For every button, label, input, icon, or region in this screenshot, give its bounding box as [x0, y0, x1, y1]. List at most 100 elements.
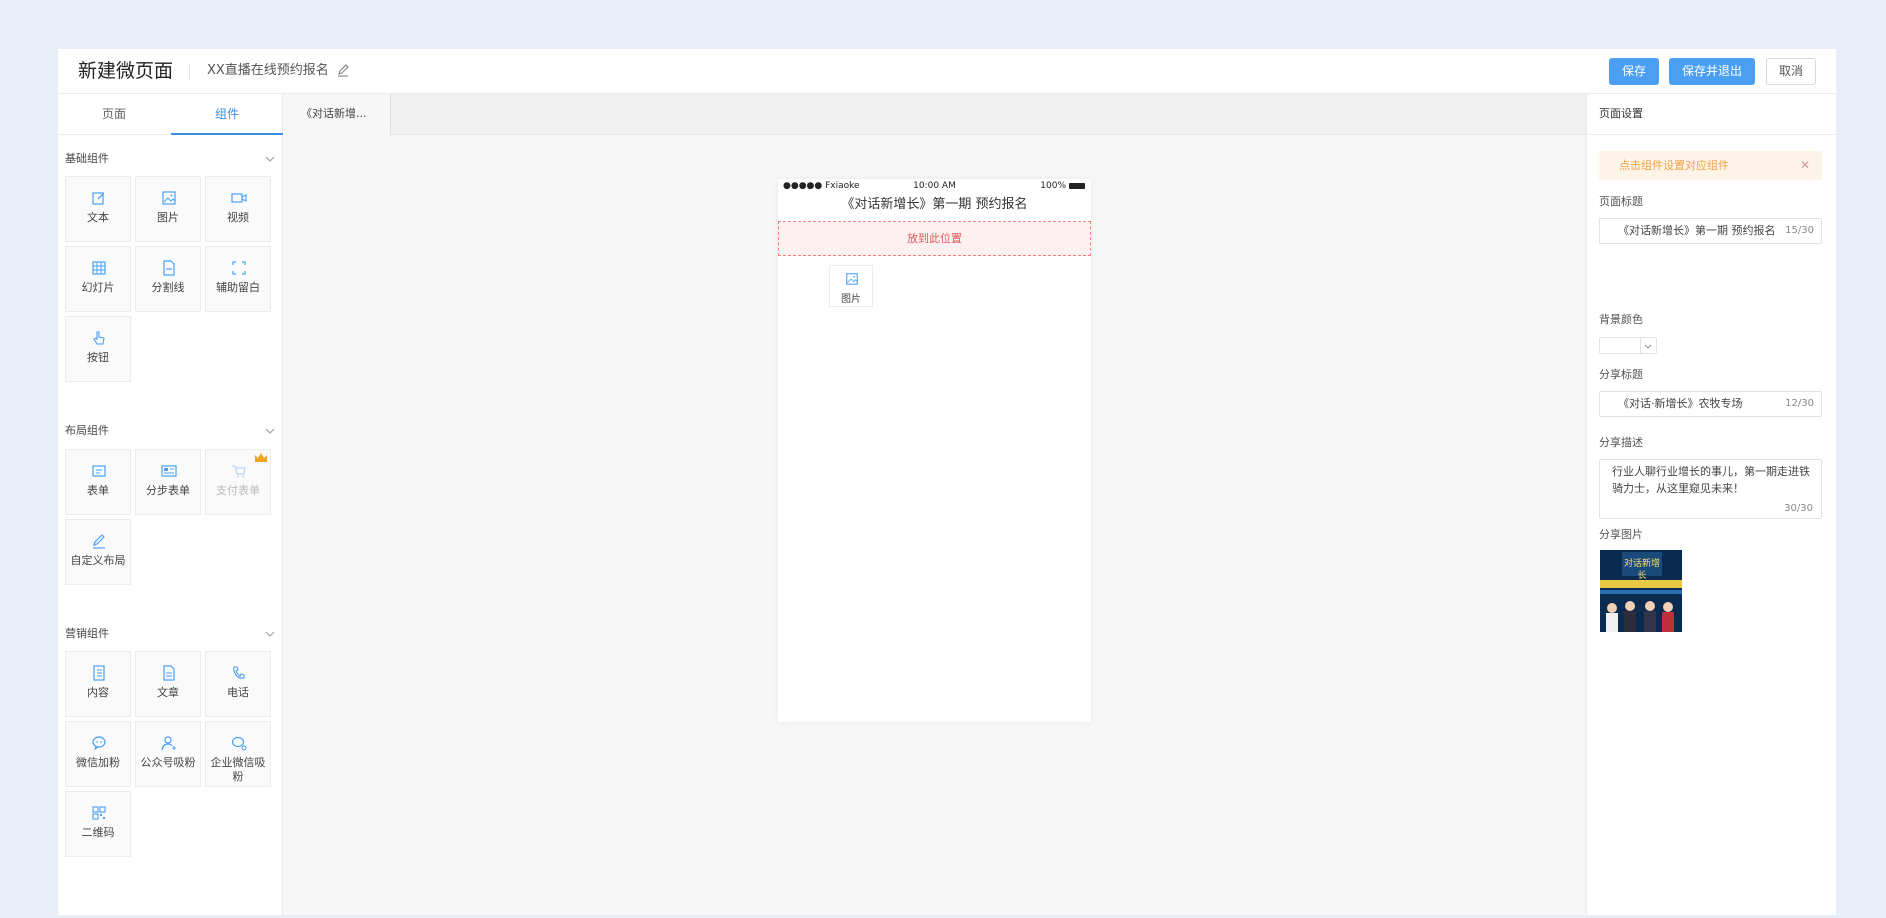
bg-color-picker[interactable] — [1599, 337, 1657, 354]
crown-icon — [255, 453, 267, 462]
share-image-thumbnail[interactable]: 对话新增长 — [1600, 550, 1682, 632]
work-wechat-icon — [231, 736, 247, 751]
phone-page-title: 《对话新增长》第一期 预约报名 — [841, 197, 1028, 212]
image-icon — [162, 191, 176, 205]
share-desc-textarea[interactable]: 行业人聊行业增长的事儿，第一期走进铁骑力士，从这里窥见未来！ 30/30 — [1599, 459, 1822, 519]
page-title-value: 《对话新增长》第一期 预约报名 — [1618, 224, 1776, 237]
pointer-icon — [93, 331, 105, 345]
component-phone[interactable]: 电话 — [205, 651, 271, 717]
phone-icon — [233, 666, 245, 679]
component-image[interactable]: 图片 — [135, 176, 201, 242]
page-title-label: 页面标题 — [1599, 195, 1643, 208]
video-icon — [231, 193, 247, 203]
component-label: 分割线 — [151, 281, 185, 294]
edit-icon — [92, 192, 105, 205]
component-label: 分步表单 — [146, 484, 190, 497]
component-form[interactable]: 表单 — [65, 449, 131, 515]
component-label: 文本 — [87, 211, 109, 224]
title-divider — [189, 65, 190, 79]
page-title-input[interactable]: 《对话新增长》第一期 预约报名 15/30 — [1599, 218, 1822, 244]
page-subtitle: XX直播在线预约报名 — [207, 63, 329, 78]
component-article[interactable]: 文章 — [135, 651, 201, 717]
tab-components[interactable]: 组件 — [171, 94, 283, 135]
dragging-component[interactable]: 图片 — [829, 265, 873, 307]
battery-icon — [1069, 183, 1085, 189]
component-custom-layout[interactable]: 自定义布局 — [65, 519, 131, 585]
battery-percent: 100% — [1040, 181, 1066, 191]
component-label: 公众号吸粉 — [140, 756, 196, 769]
component-official-account[interactable]: 公众号吸粉 — [135, 721, 201, 787]
group-header-marketing[interactable]: 营销组件 — [65, 625, 275, 643]
tab-page[interactable]: 页面 — [58, 94, 170, 135]
component-whitespace[interactable]: 辅助留白 — [205, 246, 271, 312]
component-slideshow[interactable]: 幻灯片 — [65, 246, 131, 312]
save-button[interactable]: 保存 — [1609, 58, 1659, 85]
component-label: 辅助留白 — [216, 281, 260, 294]
share-title-label: 分享标题 — [1599, 368, 1643, 381]
settings-heading: 页面设置 — [1587, 94, 1837, 135]
page-title: 新建微页面 — [78, 60, 174, 82]
group-header-layout[interactable]: 布局组件 — [65, 422, 275, 440]
component-button[interactable]: 按钮 — [65, 316, 131, 382]
drop-zone[interactable]: 放到此位置 — [778, 221, 1091, 256]
component-label: 内容 — [87, 686, 109, 699]
share-image-label: 分享图片 — [1599, 528, 1643, 541]
dragging-label: 图片 — [841, 294, 861, 305]
component-pay-form[interactable]: 支付表单 — [205, 449, 271, 515]
document-tabs: 《对话新增... — [283, 94, 1586, 135]
tip-text: 点击组件设置对应组件 — [1619, 159, 1729, 172]
component-label: 按钮 — [87, 351, 109, 364]
share-image-logo-text: 对话新增长 — [1623, 559, 1660, 581]
component-divider[interactable]: 分割线 — [135, 246, 201, 312]
component-step-form[interactable]: 分步表单 — [135, 449, 201, 515]
share-desc-label: 分享描述 — [1599, 436, 1643, 449]
component-qrcode[interactable]: 二维码 — [65, 791, 131, 857]
wechat-icon — [92, 736, 106, 751]
char-count: 15/30 — [1785, 225, 1814, 236]
save-exit-button[interactable]: 保存并退出 — [1669, 58, 1755, 85]
component-label: 电话 — [227, 686, 249, 699]
user-add-icon — [161, 736, 176, 751]
whitespace-icon — [232, 261, 246, 275]
phone-preview: ●●●●● Fxiaoke 10:00 AM 100% 《对话新增长》第一期 预… — [778, 179, 1091, 722]
share-title-value: 《对话·新增长》农牧专场 — [1618, 397, 1743, 410]
component-label: 自定义布局 — [70, 554, 126, 567]
group-title: 营销组件 — [65, 627, 109, 640]
component-content[interactable]: 内容 — [65, 651, 131, 717]
component-label: 表单 — [87, 484, 109, 497]
cancel-button[interactable]: 取消 — [1766, 58, 1816, 85]
component-work-wechat[interactable]: 企业微信吸粉 — [205, 721, 271, 787]
component-label: 文章 — [157, 686, 179, 699]
component-text[interactable]: 文本 — [65, 176, 131, 242]
component-video[interactable]: 视频 — [205, 176, 271, 242]
slideshow-icon — [92, 261, 106, 275]
settings-panel: 页面设置 点击组件设置对应组件 ✕ 页面标题 《对话新增长》第一期 预约报名 1… — [1586, 94, 1837, 915]
close-icon[interactable]: ✕ — [1800, 151, 1810, 180]
component-label: 视频 — [227, 211, 249, 224]
component-panel: 页面 组件 基础组件 文本 图片 视频 幻灯片 分割线 辅助留白 按钮 布局组件… — [58, 94, 283, 915]
tip-banner: 点击组件设置对应组件 ✕ — [1599, 151, 1822, 180]
group-title: 布局组件 — [65, 424, 109, 437]
step-form-icon — [161, 465, 177, 477]
app-frame: 新建微页面 XX直播在线预约报名 保存 保存并退出 取消 页面 组件 基础组件 … — [58, 49, 1837, 915]
component-label: 幻灯片 — [81, 281, 115, 294]
char-count: 30/30 — [1784, 503, 1813, 514]
document-tab[interactable]: 《对话新增... — [283, 94, 391, 135]
chevron-down-icon — [265, 428, 275, 434]
pen-icon — [93, 534, 105, 549]
edit-title-icon[interactable] — [336, 62, 350, 78]
article-icon — [163, 665, 175, 681]
component-label: 微信加粉 — [76, 756, 120, 769]
chevron-down-icon — [265, 156, 275, 162]
phone-status-bar: ●●●●● Fxiaoke 10:00 AM 100% — [778, 179, 1091, 193]
chevron-down-icon — [1640, 338, 1656, 353]
component-wechat-follow[interactable]: 微信加粉 — [65, 721, 131, 787]
form-icon — [92, 465, 106, 477]
group-title: 基础组件 — [65, 152, 109, 165]
component-label: 图片 — [157, 211, 179, 224]
group-header-basic[interactable]: 基础组件 — [65, 150, 275, 168]
component-label: 企业微信吸粉 — [210, 756, 266, 783]
share-title-input[interactable]: 《对话·新增长》农牧专场 12/30 — [1599, 391, 1822, 417]
chevron-down-icon — [265, 631, 275, 637]
content-icon — [93, 665, 105, 681]
